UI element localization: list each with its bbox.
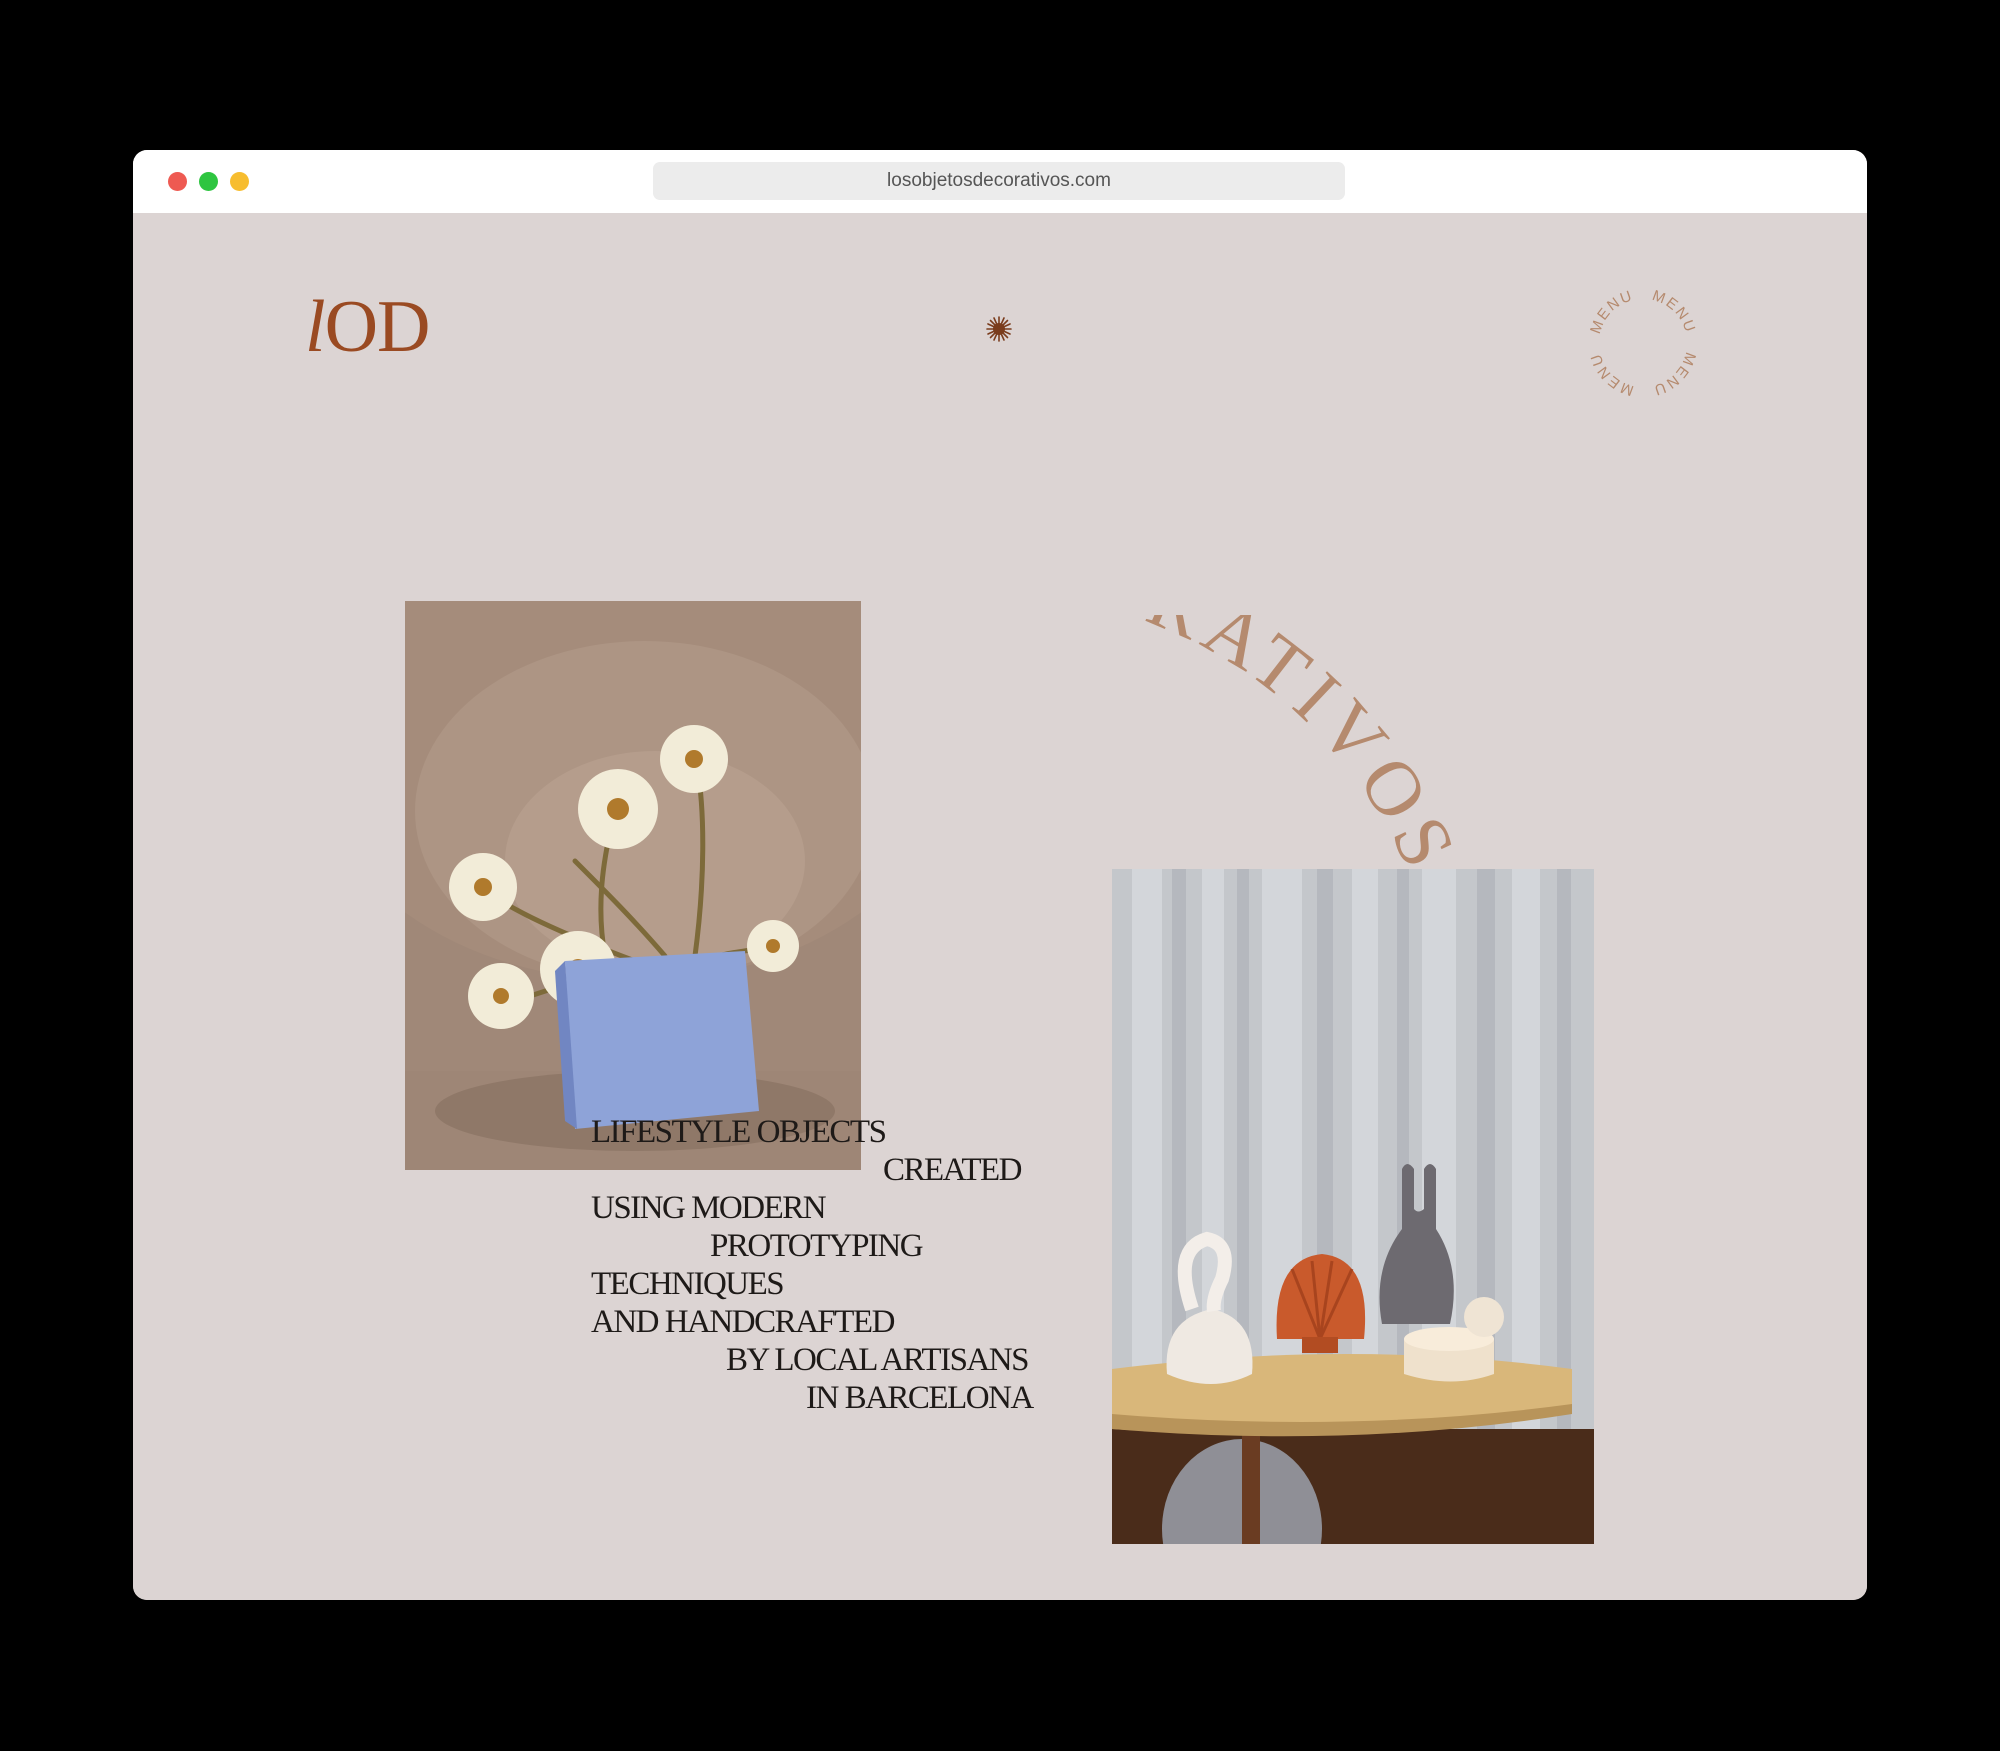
browser-window: losobjetosdecorativos.com lOD MENU MENU … (133, 150, 1867, 1600)
sun-icon (986, 316, 1012, 342)
site-logo[interactable]: lOD (305, 285, 431, 370)
tagline: LIFESTYLE OBJECTS CREATED USING MODERN P… (591, 1113, 1041, 1417)
page-content: lOD MENU MENU MENU MENU ATIVOS LIFESTYLE… (133, 213, 1867, 1600)
close-window-button[interactable] (168, 172, 187, 191)
logo-od: OD (324, 286, 431, 368)
tagline-line: USING MODERN (591, 1190, 827, 1226)
flowers-vase-photo (405, 601, 861, 1170)
menu-button[interactable]: MENU MENU MENU MENU (1573, 273, 1713, 413)
svg-text:MENU: MENU (1650, 287, 1699, 336)
menu-label: MENU (1650, 287, 1697, 336)
tagline-line: BY LOCAL ARTISANS (726, 1342, 1029, 1378)
menu-label: MENU (1650, 350, 1697, 399)
maximize-window-button[interactable] (199, 172, 218, 191)
logo-italic-l: l (305, 286, 326, 368)
svg-text:MENU: MENU (1650, 350, 1699, 399)
table-objects-photo (1112, 869, 1594, 1544)
menu-label: MENU (1587, 350, 1634, 399)
address-bar[interactable]: losobjetosdecorativos.com (653, 162, 1345, 200)
browser-titlebar: losobjetosdecorativos.com (133, 150, 1867, 214)
tagline-line: PROTOTYPING (710, 1228, 924, 1264)
svg-text:MENU: MENU (1587, 350, 1636, 399)
tagline-line: TECHNIQUES (591, 1266, 785, 1302)
menu-label: MENU (1587, 287, 1634, 336)
minimize-window-button[interactable] (230, 172, 249, 191)
svg-text:MENU: MENU (1587, 287, 1636, 336)
tagline-line: LIFESTYLE OBJECTS (591, 1114, 887, 1150)
tagline-line: CREATED (883, 1152, 1023, 1188)
tagline-line: AND HANDCRAFTED (591, 1304, 895, 1340)
tagline-line: IN BARCELONA (806, 1380, 1034, 1416)
